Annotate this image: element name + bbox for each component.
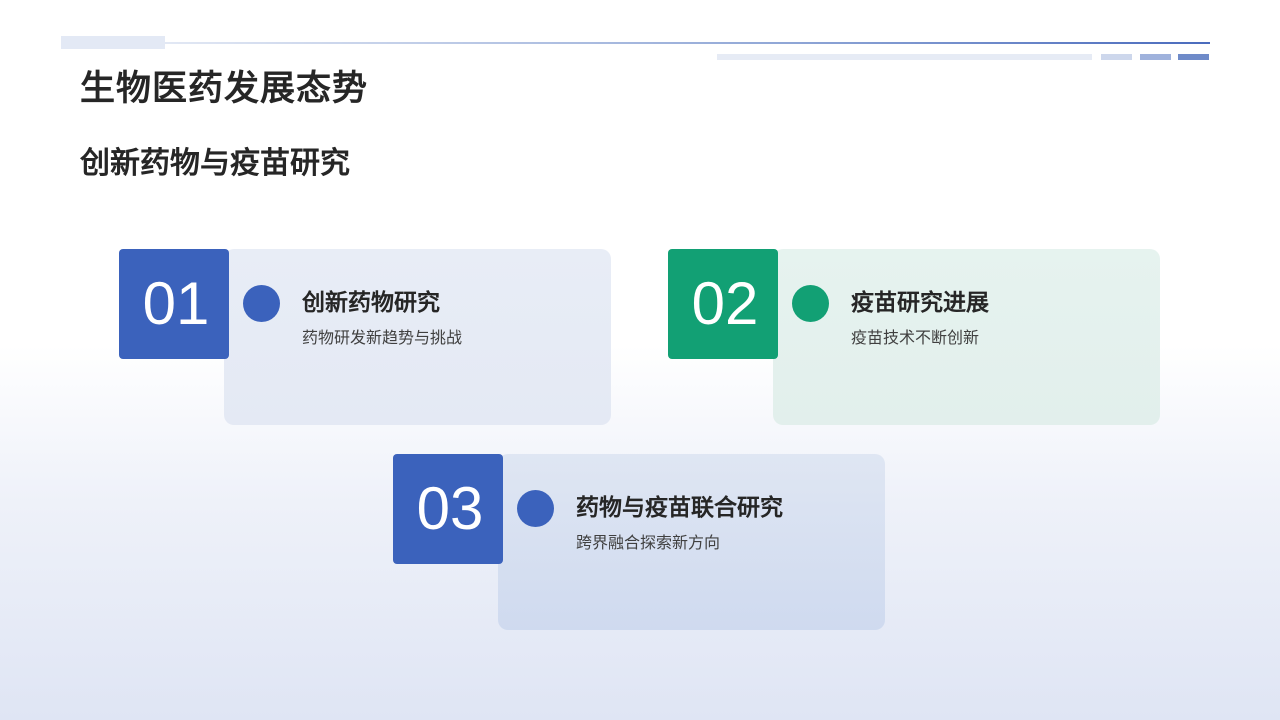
card-title: 创新药物研究 <box>302 290 440 316</box>
card-number-tab: 01 <box>119 249 229 359</box>
card-number-tab: 03 <box>393 454 503 564</box>
card-description: 疫苗技术不断创新 <box>851 328 980 347</box>
page-title: 生物医药发展态势 <box>80 69 369 109</box>
decorative-top-left-bar <box>61 36 165 49</box>
puzzle-knob-icon <box>243 285 280 322</box>
card-number-tab: 02 <box>668 249 778 359</box>
card-title: 药物与疫苗联合研究 <box>576 495 783 521</box>
decorative-dash <box>1101 54 1132 60</box>
card-title: 疫苗研究进展 <box>851 290 989 316</box>
decorative-top-line <box>165 42 1210 44</box>
decorative-dash <box>1178 54 1209 60</box>
card-number: 03 <box>416 475 484 542</box>
page-subtitle: 创新药物与疫苗研究 <box>80 146 350 181</box>
decorative-dash <box>1140 54 1171 60</box>
decorative-right-bar <box>717 54 1092 60</box>
card-description: 药物研发新趋势与挑战 <box>302 328 463 347</box>
card-number: 02 <box>691 270 759 337</box>
puzzle-knob-icon <box>517 490 554 527</box>
puzzle-knob-icon <box>792 285 829 322</box>
card-number: 01 <box>142 270 210 337</box>
card-description: 跨界融合探索新方向 <box>576 533 721 552</box>
